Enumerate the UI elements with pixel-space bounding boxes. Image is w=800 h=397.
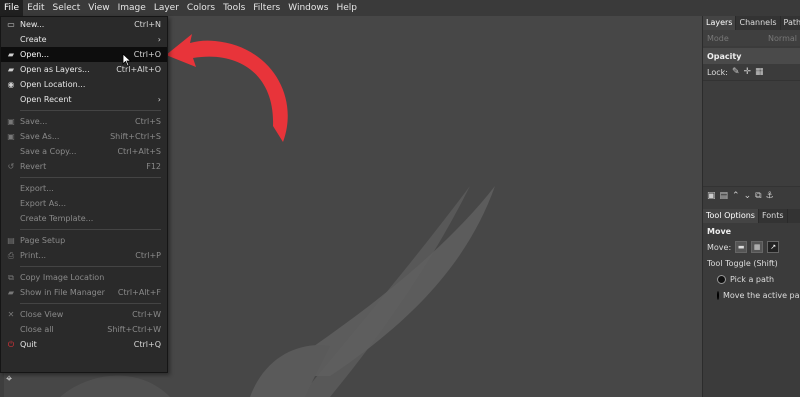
menu-item-open-location[interactable]: ◉ Open Location... — [1, 77, 167, 92]
menu-bar: File Edit Select View Image Layer Colors… — [0, 0, 800, 16]
tab-layers[interactable]: Layers — [703, 16, 737, 30]
option-move-label: Move the active pa — [723, 290, 800, 300]
duplicate-layer-icon[interactable]: ⧉ — [755, 191, 761, 201]
quit-icon: ⏻ — [7, 340, 15, 349]
layers-list[interactable] — [703, 80, 800, 187]
menu-item-save[interactable]: ▣ Save... Ctrl+S — [1, 114, 167, 129]
menu-separator — [20, 177, 161, 178]
option-pick-label: Pick a path — [730, 274, 775, 284]
file-menu: ▭ New... Ctrl+N Create › ▰ Open... Ctrl+… — [0, 16, 168, 373]
globe-icon: ◉ — [7, 80, 15, 89]
menu-item-export-as[interactable]: Export As... — [1, 196, 167, 211]
submenu-arrow-icon: › — [157, 95, 161, 104]
tab-fonts[interactable]: Fonts — [759, 209, 788, 223]
save-as-icon: ▣ — [7, 132, 15, 141]
submenu-arrow-icon: › — [157, 35, 161, 44]
menu-layer[interactable]: Layer — [150, 0, 183, 16]
lock-row: Lock: ✎ ✛ ▦ — [703, 64, 800, 80]
menu-file[interactable]: File — [0, 0, 24, 16]
page-setup-icon: ▤ — [7, 236, 15, 245]
save-icon: ▣ — [7, 117, 15, 126]
move-mode-row: Move: ▬ ▦ ↗ — [703, 239, 800, 255]
new-layer-icon[interactable]: ▣ — [707, 191, 716, 201]
move-layer-icon[interactable]: ▬ — [735, 241, 748, 253]
menu-item-create-template[interactable]: Create Template... — [1, 211, 167, 226]
radio-move-active-path[interactable] — [717, 290, 719, 300]
mode-selector[interactable]: Mode Normal — [703, 30, 800, 46]
printer-icon: ⎙ — [7, 251, 15, 260]
menu-filters[interactable]: Filters — [249, 0, 284, 16]
raise-layer-icon[interactable]: ⌃ — [732, 191, 740, 201]
tab-paths[interactable]: Paths — [781, 16, 800, 30]
menu-windows[interactable]: Windows — [284, 0, 332, 16]
mode-label: Mode — [707, 33, 729, 43]
tool-toggle-row: Tool Toggle (Shift) — [703, 255, 800, 271]
new-file-icon: ▭ — [7, 20, 15, 29]
menu-item-export[interactable]: Export... — [1, 181, 167, 196]
tab-channels[interactable]: Channels — [736, 16, 781, 30]
radio-pick-path[interactable] — [717, 274, 726, 284]
layer-buttons: ▣ ▤ ⌃ ⌄ ⧉ ⚓ — [703, 187, 800, 205]
menu-separator — [20, 229, 161, 230]
opacity-label: Opacity — [707, 51, 742, 61]
close-icon: ✕ — [7, 310, 15, 319]
menu-separator — [20, 303, 161, 304]
lock-position-icon[interactable]: ✛ — [743, 67, 751, 77]
tool-options-tabs: Tool Options Fonts — [703, 209, 800, 223]
move-path-icon[interactable]: ↗ — [767, 241, 780, 253]
menu-item-print[interactable]: ⎙ Print... Ctrl+P — [1, 248, 167, 263]
new-group-icon[interactable]: ▤ — [720, 191, 729, 201]
toolbox-move-tool-icon[interactable]: ⌖ — [6, 372, 12, 386]
menu-item-quit[interactable]: ⏻ Quit Ctrl+Q — [1, 337, 167, 352]
lock-pixels-icon[interactable]: ✎ — [732, 67, 740, 77]
menu-tools[interactable]: Tools — [219, 0, 249, 16]
tool-title-row: Move — [703, 223, 800, 239]
menu-view[interactable]: View — [84, 0, 113, 16]
mode-value: Normal — [768, 33, 797, 43]
option-pick-path[interactable]: Pick a path — [703, 271, 800, 287]
open-folder-icon: ▰ — [7, 50, 15, 59]
tool-toggle-label: Tool Toggle (Shift) — [707, 258, 778, 268]
move-label: Move: — [707, 242, 732, 252]
menu-item-page-setup[interactable]: ▤ Page Setup — [1, 233, 167, 248]
menu-item-show-in-file-manager[interactable]: ▰ Show in File Manager Ctrl+Alt+F — [1, 285, 167, 300]
open-layers-icon: ▰ — [7, 65, 15, 74]
right-dock: Layers Channels Paths Mode Normal Opacit… — [702, 16, 800, 397]
mouse-cursor-icon — [122, 53, 132, 67]
menu-item-close-all[interactable]: Close all Shift+Ctrl+W — [1, 322, 167, 337]
menu-separator — [20, 110, 161, 111]
layers-tabs: Layers Channels Paths — [703, 16, 800, 30]
option-move-active-path[interactable]: Move the active pa — [703, 287, 800, 303]
menu-item-open-as-layers[interactable]: ▰ Open as Layers... Ctrl+Alt+O — [1, 62, 167, 77]
lock-alpha-icon[interactable]: ▦ — [755, 67, 764, 77]
menu-item-new[interactable]: ▭ New... Ctrl+N — [1, 17, 167, 32]
lock-label: Lock: — [707, 67, 728, 77]
menu-item-open-recent[interactable]: Open Recent › — [1, 92, 167, 107]
menu-separator — [20, 266, 161, 267]
menu-image[interactable]: Image — [114, 0, 150, 16]
menu-item-save-copy[interactable]: Save a Copy... Ctrl+Alt+S — [1, 144, 167, 159]
lower-layer-icon[interactable]: ⌄ — [744, 191, 752, 201]
move-selection-icon[interactable]: ▦ — [751, 241, 764, 253]
menu-edit[interactable]: Edit — [23, 0, 48, 16]
menu-item-copy-image-location[interactable]: ⧉ Copy Image Location — [1, 270, 167, 285]
menu-item-revert[interactable]: ↺ Revert F12 — [1, 159, 167, 174]
menu-colors[interactable]: Colors — [183, 0, 219, 16]
menu-item-save-as[interactable]: ▣ Save As... Shift+Ctrl+S — [1, 129, 167, 144]
menu-select[interactable]: Select — [49, 0, 85, 16]
menu-item-create[interactable]: Create › — [1, 32, 167, 47]
opacity-slider[interactable]: Opacity — [703, 48, 800, 64]
menu-item-open[interactable]: ▰ Open... Ctrl+O — [1, 47, 167, 62]
folder-icon: ▰ — [7, 288, 15, 297]
revert-icon: ↺ — [7, 162, 15, 171]
tab-tool-options[interactable]: Tool Options — [703, 209, 759, 223]
anchor-layer-icon[interactable]: ⚓ — [766, 191, 774, 201]
tool-title: Move — [707, 226, 732, 236]
menu-help[interactable]: Help — [332, 0, 361, 16]
menu-item-close-view[interactable]: ✕ Close View Ctrl+W — [1, 307, 167, 322]
copy-icon: ⧉ — [8, 273, 14, 282]
